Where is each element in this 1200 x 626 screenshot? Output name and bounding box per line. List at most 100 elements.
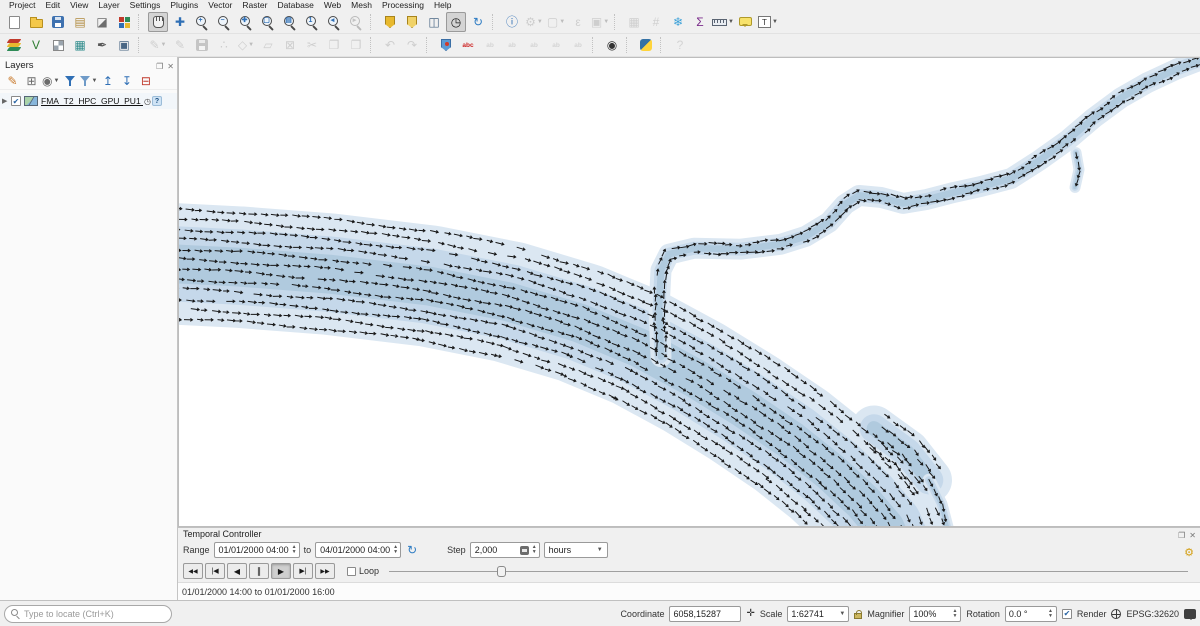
magnifier-spinner[interactable]: ▲▼ [952,609,957,619]
chevron-down-icon[interactable]: ▼ [53,78,59,84]
toggle-editing-button[interactable]: ✎ [170,35,190,55]
rotation-input[interactable]: 0.0 ° ▲▼ [1005,606,1057,622]
python-console-button[interactable] [636,35,656,55]
crs-globe-icon[interactable] [1111,609,1121,619]
chevron-down-icon[interactable]: ▼ [91,78,97,84]
save-project-button[interactable] [48,12,68,32]
statistical-summary-button[interactable]: Σ [690,12,710,32]
add-virtual-layer-button[interactable]: ▣ [114,35,134,55]
show-layout-manager-button[interactable]: ◪ [92,12,112,32]
add-delimited-text-layer-button[interactable]: ✒ [92,35,112,55]
slider-handle[interactable] [497,566,506,577]
style-manager-button[interactable] [114,12,134,32]
data-source-manager-button[interactable] [4,35,24,55]
chevron-down-icon[interactable]: ▼ [559,19,565,25]
layer-expander-icon[interactable]: ▶ [2,97,11,105]
menu-plugins[interactable]: Plugins [165,0,203,11]
menu-raster[interactable]: Raster [237,0,272,11]
zoom-in-button[interactable]: + [192,12,212,32]
map-tips-button[interactable] [736,12,756,32]
redo-button[interactable]: ↷ [402,35,422,55]
render-checkbox[interactable]: ✔ [1062,609,1072,619]
select-features-button[interactable]: ▢▼ [546,12,566,32]
menu-database[interactable]: Database [272,0,318,11]
step-back-button[interactable]: ◀ [227,563,247,579]
messages-icon[interactable] [1184,609,1196,619]
paste-features-button[interactable]: ❐ [346,35,366,55]
loop-checkbox[interactable] [347,567,356,576]
cut-features-button[interactable]: ✂ [302,35,322,55]
run-feature-action-button[interactable]: ⚙▼ [524,12,544,32]
text-annotation-button[interactable]: T▼ [758,12,778,32]
zoom-to-selection-button[interactable]: ▢ [258,12,278,32]
set-to-full-range-icon[interactable]: ↻ [407,544,417,556]
pause-button[interactable]: ∥ [249,563,269,579]
fast-forward-button[interactable]: ▶▶ [315,563,335,579]
move-label-button[interactable]: ab [524,35,544,55]
open-attribute-table-button[interactable]: ▦ [624,12,644,32]
range-start-input[interactable]: 01/01/2000 04:00 ▲▼ [214,542,300,558]
close-panel-icon[interactable]: ✕ [167,62,174,71]
filter-legend-icon[interactable] [61,73,78,89]
locator-search-input[interactable]: Type to locate (Ctrl+K) [4,605,172,623]
menu-project[interactable]: Project [4,0,40,11]
layer-tree-item[interactable]: ▶ ✔ FMA_T2_HPC_GPU_PU1_10 ◷ ? [0,93,177,109]
menu-help[interactable]: Help [429,0,456,11]
new-bookmark-button[interactable] [380,12,400,32]
skip-to-end-button[interactable]: ▶| [293,563,313,579]
show-hide-labels-button[interactable]: ab [502,35,522,55]
menu-view[interactable]: View [65,0,93,11]
step-clear-icon[interactable] [520,546,529,555]
highlight-pinned-labels-button[interactable]: abc [458,35,478,55]
open-project-button[interactable] [26,12,46,32]
zoom-last-button[interactable]: ◂ [324,12,344,32]
chevron-down-icon[interactable]: ▼ [772,19,778,25]
freeze-canvas-button[interactable]: ❄ [668,12,688,32]
range-end-spinner[interactable]: ▲▼ [393,545,398,555]
save-layer-edits-button[interactable] [192,35,212,55]
add-mesh-layer-button[interactable]: ▦ [70,35,90,55]
new-print-layout-button[interactable]: ▤ [70,12,90,32]
play-button[interactable]: ▶ [271,563,291,579]
pin-labels-button[interactable]: ab [480,35,500,55]
layer-name[interactable]: FMA_T2_HPC_GPU_PU1_10 [41,96,143,106]
menu-settings[interactable]: Settings [125,0,166,11]
step-input[interactable]: 2,000 ▲▼ [470,542,540,558]
range-end-input[interactable]: 04/01/2000 04:00 ▲▼ [315,542,401,558]
menu-mesh[interactable]: Mesh [346,0,377,11]
rotation-spinner[interactable]: ▲▼ [1048,609,1053,619]
field-calculator-button[interactable]: # [646,12,666,32]
delete-selected-button[interactable]: ⊠ [280,35,300,55]
new-map-view-button[interactable]: ◫ [424,12,444,32]
menu-web[interactable]: Web [319,0,346,11]
step-unit-select[interactable]: hours ▼ [544,542,608,558]
range-start-spinner[interactable]: ▲▼ [292,545,297,555]
zoom-next-button[interactable]: ▸ [346,12,366,32]
menu-processing[interactable]: Processing [377,0,429,11]
zoom-native-button[interactable]: 1 [302,12,322,32]
modify-attributes-button[interactable]: ▱ [258,35,278,55]
zoom-to-layer-button[interactable]: ▤ [280,12,300,32]
vertex-tool-button[interactable]: ◇▼ [236,35,256,55]
measure-button[interactable]: ▼ [712,12,734,32]
current-edits-button[interactable]: ✎▼ [148,35,168,55]
refresh-map-button[interactable]: ↻ [468,12,488,32]
menu-edit[interactable]: Edit [40,0,65,11]
select-by-expression-button[interactable]: ε [568,12,588,32]
chevron-down-icon[interactable]: ▼ [537,19,543,25]
map-canvas[interactable] [178,57,1200,527]
change-label-button[interactable]: ab [568,35,588,55]
help-button[interactable]: ? [670,35,690,55]
collapse-all-icon[interactable]: ↧ [118,73,135,89]
manage-map-themes-icon[interactable]: ◉▼ [42,73,59,89]
pan-to-selection-button[interactable]: ✚ [170,12,190,32]
identify-features-button[interactable]: ⓘ [502,12,522,32]
chevron-down-icon[interactable]: ▼ [161,42,167,48]
show-bookmarks-button[interactable] [402,12,422,32]
metasearch-button[interactable]: ◉ [602,35,622,55]
expand-all-icon[interactable]: ↥ [99,73,116,89]
layer-visibility-checkbox[interactable]: ✔ [11,96,21,106]
scale-select[interactable]: 1:62741 ▼ [787,606,849,622]
pan-map-button[interactable] [148,12,168,32]
add-raster-layer-button[interactable] [48,35,68,55]
